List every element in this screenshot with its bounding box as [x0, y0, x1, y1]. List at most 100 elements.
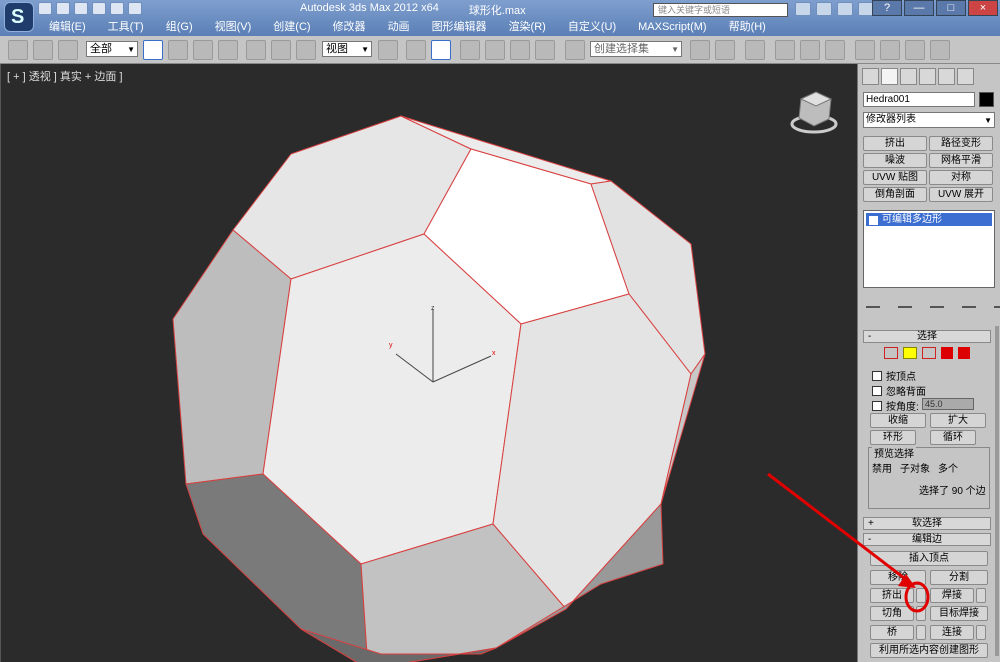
save-file-icon[interactable] [74, 2, 88, 15]
menu-help[interactable]: 帮助(H) [718, 19, 777, 35]
keyboard-shortcut-override-icon[interactable] [431, 40, 451, 60]
modifier-symmetry-button[interactable]: 对称 [929, 170, 993, 185]
menu-modifiers[interactable]: 修改器 [322, 19, 377, 35]
named-selection-dropdown[interactable]: 创建选择集 [590, 41, 682, 57]
graphite-ribbon-icon[interactable] [775, 40, 795, 60]
edit-edges-rollout-header[interactable]: - 编辑边 [863, 533, 991, 546]
show-end-result-icon[interactable] [898, 294, 912, 308]
object-color-swatch[interactable] [979, 92, 994, 107]
render-production-icon[interactable] [930, 40, 950, 60]
modifier-unwrapuvw-button[interactable]: UVW 展开 [929, 187, 993, 202]
loop-button[interactable]: 循环 [930, 430, 976, 445]
stack-item-editable-poly[interactable]: 可编辑多边形 [866, 213, 992, 226]
selection-rollout-header[interactable]: - 选择 [863, 330, 991, 343]
tools-icon[interactable] [816, 2, 832, 16]
align-icon[interactable] [715, 40, 735, 60]
menu-edit[interactable]: 编辑(E) [38, 19, 97, 35]
polygon-level-icon[interactable] [941, 347, 953, 359]
curve-editor-icon[interactable] [800, 40, 820, 60]
modifier-meshsmooth-button[interactable]: 网格平滑 [929, 153, 993, 168]
menu-create[interactable]: 创建(C) [262, 19, 321, 35]
app-menu-button[interactable]: S [4, 2, 34, 32]
menu-customize[interactable]: 自定义(U) [557, 19, 627, 35]
close-button[interactable]: × [968, 0, 998, 16]
angle-spinner[interactable]: 45.0 [922, 398, 974, 410]
select-by-name-icon[interactable] [168, 40, 188, 60]
preview-multi-radio[interactable]: 多个 [938, 460, 958, 475]
modifier-extrude-button[interactable]: 挤出 [863, 136, 927, 151]
modifier-list-dropdown[interactable]: 修改器列表 [863, 112, 995, 128]
by-vertex-checkbox[interactable]: 按顶点 [872, 368, 916, 383]
insert-vertex-button[interactable]: 插入顶点 [870, 551, 988, 566]
angle-snap-icon[interactable] [485, 40, 505, 60]
split-button[interactable]: 分割 [930, 570, 988, 585]
create-tab-icon[interactable] [862, 68, 879, 85]
polyhedron-model[interactable]: z x y [1, 64, 858, 662]
qat-dropdown-icon[interactable] [128, 2, 142, 15]
edit-named-selection-icon[interactable] [565, 40, 585, 60]
select-manipulate-icon[interactable] [406, 40, 426, 60]
bridge-settings-button[interactable] [916, 625, 926, 640]
bind-space-warp-icon[interactable] [58, 40, 78, 60]
material-editor-icon[interactable] [855, 40, 875, 60]
selection-filter-dropdown[interactable]: 全部 [86, 41, 138, 57]
menu-rendering[interactable]: 渲染(R) [498, 19, 557, 35]
modifier-bevelprofile-button[interactable]: 倒角剖面 [863, 187, 927, 202]
configure-sets-icon[interactable] [994, 294, 1000, 308]
border-level-icon[interactable] [922, 347, 936, 359]
remove-button[interactable]: 移除 [870, 570, 926, 585]
remove-modifier-icon[interactable] [962, 294, 976, 308]
menu-group[interactable]: 组(G) [155, 19, 204, 35]
preview-disabled-radio[interactable]: 禁用 [872, 460, 892, 475]
menu-graph-editors[interactable]: 图形编辑器 [421, 19, 498, 35]
percent-snap-icon[interactable] [510, 40, 530, 60]
vertex-level-icon[interactable] [884, 347, 898, 359]
ignore-backfacing-checkbox[interactable]: 忽略背面 [872, 383, 926, 398]
shrink-button[interactable]: 收缩 [870, 413, 926, 428]
select-move-icon[interactable] [246, 40, 266, 60]
modifier-noise-button[interactable]: 噪波 [863, 153, 927, 168]
menu-maxscript[interactable]: MAXScript(M) [627, 19, 717, 35]
by-angle-checkbox[interactable]: 按角度: [872, 398, 919, 413]
favorites-icon[interactable] [837, 2, 853, 16]
element-level-icon[interactable] [958, 347, 970, 359]
unlink-icon[interactable] [33, 40, 53, 60]
weld-button[interactable]: 焊接 [930, 588, 974, 603]
select-scale-icon[interactable] [296, 40, 316, 60]
new-file-icon[interactable] [38, 2, 52, 15]
hierarchy-tab-icon[interactable] [900, 68, 917, 85]
link-icon[interactable] [8, 40, 28, 60]
spinner-snap-icon[interactable] [535, 40, 555, 60]
modifier-pathdeform-button[interactable]: 路径变形 [929, 136, 993, 151]
open-file-icon[interactable] [56, 2, 70, 15]
undo-icon[interactable] [92, 2, 106, 15]
mirror-icon[interactable] [690, 40, 710, 60]
render-setup-icon[interactable] [880, 40, 900, 60]
menu-views[interactable]: 视图(V) [204, 19, 263, 35]
utilities-tab-icon[interactable] [957, 68, 974, 85]
select-object-icon[interactable] [143, 40, 163, 60]
create-shape-button[interactable]: 利用所选内容创建图形 [870, 643, 988, 658]
pin-stack-icon[interactable] [866, 294, 880, 308]
menu-animation[interactable]: 动画 [377, 19, 421, 35]
layer-manager-icon[interactable] [745, 40, 765, 60]
window-crossing-icon[interactable] [218, 40, 238, 60]
grow-button[interactable]: 扩大 [930, 413, 986, 428]
weld-settings-button[interactable] [976, 588, 986, 603]
soft-selection-rollout-header[interactable]: + 软选择 [863, 517, 991, 530]
make-unique-icon[interactable] [930, 294, 944, 308]
snaps-toggle-icon[interactable] [460, 40, 480, 60]
motion-tab-icon[interactable] [919, 68, 936, 85]
perspective-viewport[interactable]: [ + ] 透视 ] 真实 + 边面 ] z x y [0, 64, 857, 662]
modify-tab-icon[interactable] [881, 68, 898, 85]
rendered-frame-window-icon[interactable] [905, 40, 925, 60]
rectangular-selection-icon[interactable] [193, 40, 213, 60]
search-input[interactable]: 键入关键字或短语 [653, 3, 788, 17]
chamfer-settings-button[interactable] [916, 606, 926, 621]
pivot-center-icon[interactable] [378, 40, 398, 60]
menu-tools[interactable]: 工具(T) [97, 19, 155, 35]
display-tab-icon[interactable] [938, 68, 955, 85]
reference-coord-dropdown[interactable]: 视图 [322, 41, 372, 57]
extrude-settings-button[interactable] [916, 588, 926, 603]
bridge-button[interactable]: 桥 [870, 625, 914, 640]
